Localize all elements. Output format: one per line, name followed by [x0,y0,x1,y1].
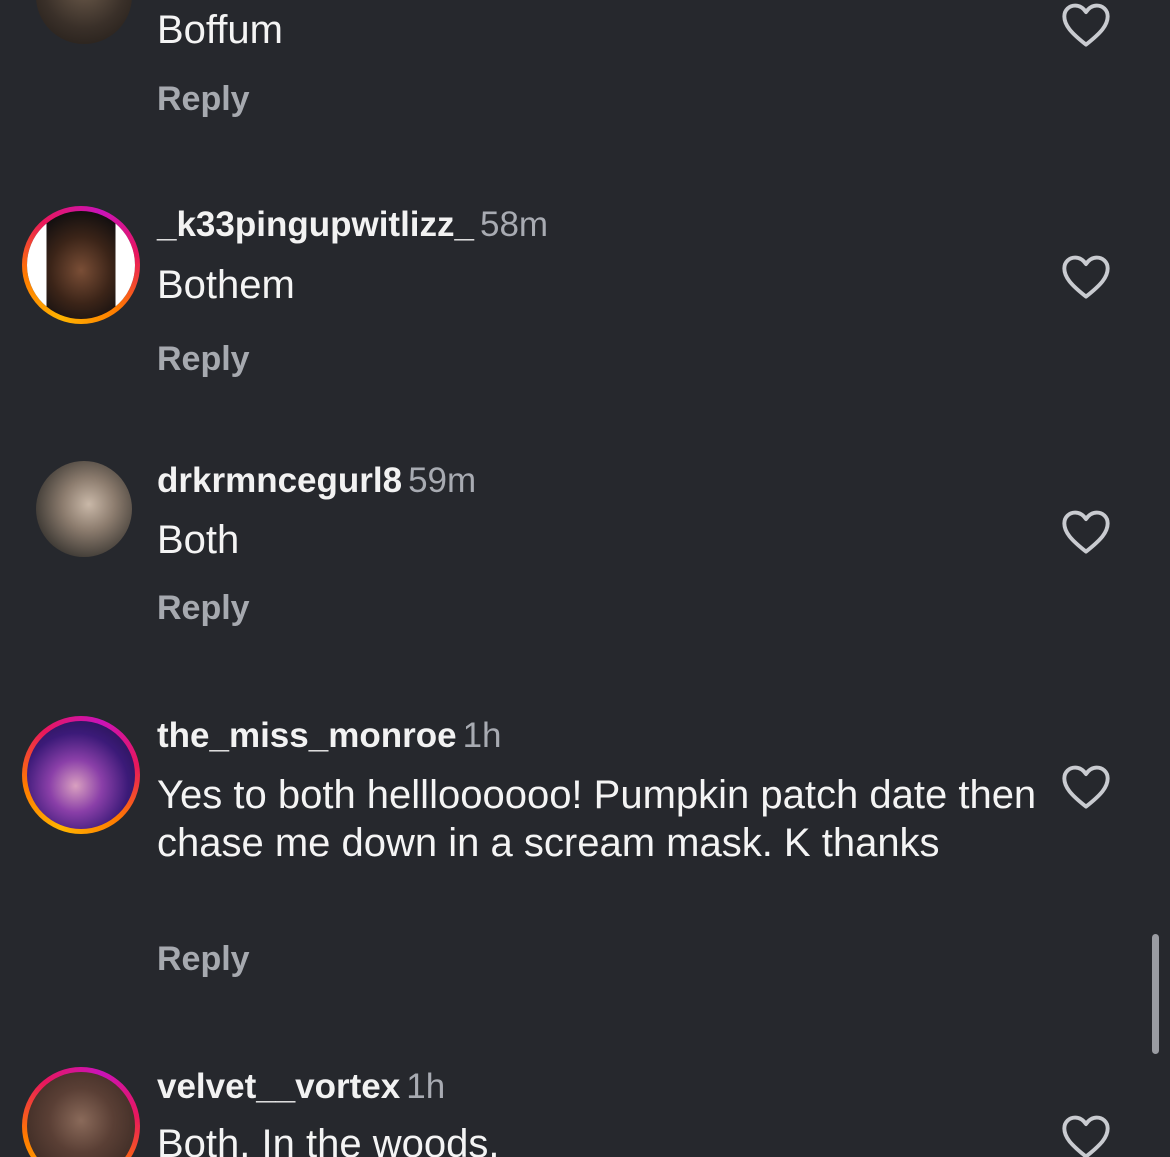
avatar-photo [27,721,135,829]
avatar-photo [36,461,132,557]
avatar-photo [36,0,132,44]
avatar[interactable] [22,206,140,324]
reply-button[interactable]: Reply [157,340,250,379]
heart-outline-icon[interactable] [1060,0,1112,48]
username-link[interactable]: _k33pingupwitlizz_ [157,205,474,244]
avatar-photo [27,211,135,319]
avatar[interactable] [36,461,132,557]
avatar[interactable] [36,0,132,44]
reply-button[interactable]: Reply [157,940,250,979]
comment-header: the_miss_monroe 1h [157,716,502,756]
heart-outline-icon[interactable] [1060,252,1112,300]
heart-outline-icon[interactable] [1060,1112,1112,1157]
timestamp: 1h [462,716,502,755]
comment-header: _k33pingupwitlizz_ 58m [157,205,548,245]
comment-header: drkrmncegurl8 59m [157,461,476,501]
timestamp: 1h [406,1067,446,1106]
avatar-photo [27,1072,135,1157]
comment-text: Both. In the woods. [157,1122,500,1157]
reply-button[interactable]: Reply [157,80,250,119]
comment-text: Boffum [157,8,283,52]
comment-text: Bothem [157,263,295,307]
timestamp: 59m [408,461,477,500]
timestamp: 58m [480,205,549,244]
comment-text: Both [157,518,240,562]
username-link[interactable]: the_miss_monroe [157,716,457,755]
heart-outline-icon[interactable] [1060,507,1112,555]
avatar-photo-bg [27,211,135,319]
avatar[interactable] [22,1067,140,1157]
username-link[interactable]: drkrmncegurl8 [157,461,402,500]
comment-text: Yes to both hellloooooo! Pumpkin patch d… [157,773,1037,865]
username-link[interactable]: velvet__vortex [157,1067,400,1106]
reply-button[interactable]: Reply [157,589,250,628]
scrollbar[interactable] [1152,934,1159,1054]
comment-header: velvet__vortex 1h [157,1067,445,1107]
avatar[interactable] [22,716,140,834]
heart-outline-icon[interactable] [1060,762,1112,810]
